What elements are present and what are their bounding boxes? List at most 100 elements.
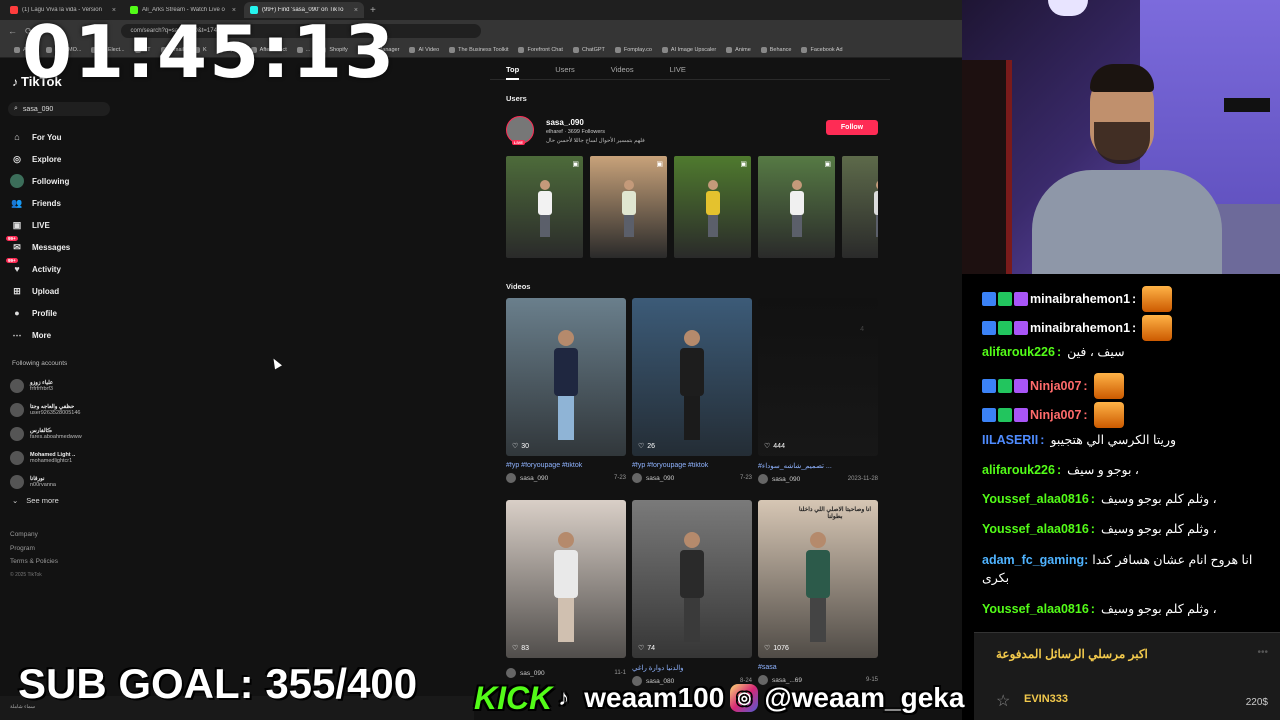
sidebar-item-following[interactable]: Following <box>10 170 130 192</box>
result-tabs: Top Users Videos LIVE <box>490 60 890 80</box>
stream-chat: minaibrahemon1: minaibrahemon1: alifarouk2… <box>974 280 1280 632</box>
user-badge-icon <box>1014 292 1028 306</box>
bookmark-item[interactable]: The Business Toolkit <box>449 46 508 53</box>
bookmark-icon <box>661 46 668 53</box>
tab-live[interactable]: LIVE <box>670 60 686 80</box>
chat-username[interactable]: Youssef_alaa0816 <box>982 602 1089 616</box>
user-video-thumb[interactable]: ▣ <box>758 156 835 258</box>
notification-badge: 99+ <box>6 258 18 263</box>
back-icon[interactable]: ← <box>8 26 17 36</box>
chevron-down-icon: ⌄ <box>12 496 19 505</box>
tab-videos[interactable]: Videos <box>611 60 634 80</box>
video-author[interactable]: sasa_090 <box>772 476 800 483</box>
video-caption[interactable]: #تصميم_شاشه_سوداء ... <box>758 462 878 470</box>
bookmark-item[interactable]: Behance <box>760 46 791 53</box>
video-caption[interactable]: والدنيا دوارة راغي <box>632 664 752 672</box>
photo-icon: ▣ <box>656 161 663 168</box>
sidebar-item-explore[interactable]: ◎ Explore <box>10 148 130 170</box>
following-account[interactable]: علياء زوزو frfrfrfrbrf3 <box>10 374 120 398</box>
chat-message: adam_fc_gaming: انا هروح انام عشان هسافر … <box>982 553 1253 585</box>
chat-username[interactable]: Youssef_alaa0816 <box>982 492 1089 506</box>
following-account[interactable]: حظفي والعاجه وجتا user9263528005146 <box>10 398 120 422</box>
user-result[interactable]: LIVE sasa_.090 elharef · 3699 Followers … <box>506 116 878 148</box>
sidebar-item-more[interactable]: ⋯ More <box>10 324 130 346</box>
video-author[interactable]: sas_090 <box>520 670 545 677</box>
following-account[interactable]: ڪالفارس fares.aboahmedwww <box>10 422 120 446</box>
compass-icon: ◎ <box>13 153 21 164</box>
bookmark-item[interactable]: ChatGPT <box>572 46 605 53</box>
video-card[interactable]: انا وصاحبتا الاصلي اللي داخلنا بطولنا ♡ 10… <box>758 500 878 685</box>
webcam-feed <box>962 0 1280 274</box>
video-author[interactable]: sasa_090 <box>646 475 674 482</box>
user-video-thumb[interactable]: ▣ <box>506 156 583 258</box>
chat-username[interactable]: Ninja007 <box>1030 408 1081 422</box>
footer-link[interactable]: Company <box>10 528 58 542</box>
video-card[interactable]: ♡ 74 والدنيا دوارة راغي sasa_080 8-24 <box>632 500 752 686</box>
chat-username[interactable]: minaibrahemon1 <box>1030 292 1130 306</box>
video-thumbnail[interactable]: ♡ 74 <box>632 500 752 658</box>
sidebar-item-for-you[interactable]: ⌂ For You <box>10 126 130 148</box>
follow-button[interactable]: Follow <box>826 120 878 135</box>
sidebar-item-upload[interactable]: ⊞ Upload <box>10 280 130 302</box>
video-card[interactable]: ♡ 26 #fyp #foryoupage #tiktok sasa_090 7-23 <box>632 298 752 483</box>
chat-username[interactable]: minaibrahemon1 <box>1030 321 1130 335</box>
bookmark-icon <box>518 46 525 53</box>
more-icon[interactable]: ••• <box>1257 647 1268 658</box>
bookmark-item[interactable]: Forefront Chat <box>518 46 563 53</box>
avatar <box>10 451 24 465</box>
person-figure <box>806 531 830 646</box>
sidebar-item-activity[interactable]: ♥ 99+ Activity <box>6 258 130 280</box>
notification-badge: 99+ <box>6 236 18 241</box>
sidebar-item-live[interactable]: ▣ LIVE <box>10 214 130 236</box>
bookmark-item[interactable]: AI Image Upscaler <box>661 46 716 53</box>
video-card[interactable]: 4 ♡ 444 #تصميم_شاشه_سوداء ... sasa_090 2023-1… <box>758 298 878 484</box>
top-sender-name[interactable]: EVIN333 <box>1024 693 1068 705</box>
bookmark-item[interactable]: AI Video <box>409 46 439 53</box>
heart-icon: ♡ <box>512 443 519 450</box>
emote-icon <box>1093 373 1124 399</box>
video-caption[interactable]: #fyp #foryoupage #tiktok <box>632 462 752 469</box>
following-account[interactable]: Mohamed Light .. mohamedlightcr1 <box>10 446 120 470</box>
tab-top[interactable]: Top <box>506 60 520 80</box>
search-icon: ⌕ <box>14 105 18 112</box>
video-card[interactable]: ♡ 83 sas_090 11-1 <box>506 500 626 678</box>
tab-users[interactable]: Users <box>555 60 575 80</box>
chat-username[interactable]: IILASERII <box>982 433 1038 447</box>
chat-username[interactable]: Youssef_alaa0816 <box>982 522 1089 536</box>
video-card[interactable]: ♡ 30 #fyp #foryoupage #tiktok sasa_090 7-23 <box>506 298 626 483</box>
chat-message: Ninja007: <box>982 373 1124 399</box>
sidebar-item-friends[interactable]: 👥 Friends <box>10 192 130 214</box>
chat-username[interactable]: adam_fc_gaming <box>982 553 1084 567</box>
video-thumbnail[interactable]: انا وصاحبتا الاصلي اللي داخلنا بطولنا ♡ 10… <box>758 500 878 658</box>
user-video-thumb[interactable]: ▣ <box>842 156 878 258</box>
following-account[interactable]: نورقانا n00rvanna <box>10 470 120 494</box>
user-video-thumb[interactable]: ▣ <box>674 156 751 258</box>
tiktok-note-icon: ♪ <box>12 74 18 89</box>
video-thumbnail[interactable]: ♡ 26 <box>632 298 752 456</box>
search-input[interactable]: ⌕ sasa_090 <box>8 102 110 116</box>
video-thumbnail[interactable]: 4 ♡ 444 <box>758 298 878 456</box>
video-thumbnail[interactable]: ♡ 30 <box>506 298 626 456</box>
user-badge-icon <box>982 379 996 393</box>
bookmark-item[interactable]: Fomplay.co <box>614 46 652 53</box>
video-caption[interactable]: #fyp #foryoupage #tiktok <box>506 462 626 469</box>
user-video-thumb[interactable]: ▣ <box>590 156 667 258</box>
bookmark-item[interactable]: Anime <box>726 46 751 53</box>
avatar <box>10 379 24 393</box>
sidebar-item-profile[interactable]: ● Profile <box>10 302 130 324</box>
screen: (1) Lagu Viva la vida - Version × Ali_Arks… <box>0 0 1280 720</box>
video-thumbnail[interactable]: ♡ 83 <box>506 500 626 658</box>
bookmark-item[interactable]: Facebook Ad <box>801 46 843 53</box>
sidebar-item-messages[interactable]: ✉ 99+ Messages <box>6 236 130 258</box>
person-figure <box>705 180 720 239</box>
chat-username[interactable]: alifarouk226 <box>982 345 1055 359</box>
video-author[interactable]: sasa_090 <box>520 475 548 482</box>
video-caption[interactable]: #sasa <box>758 664 878 671</box>
chat-username[interactable]: alifarouk226 <box>982 463 1055 477</box>
footer-link[interactable]: Terms & Policies <box>10 555 58 569</box>
chat-username[interactable]: Ninja007 <box>1030 379 1081 393</box>
user-name[interactable]: sasa_.090 <box>546 118 584 127</box>
see-more-link[interactable]: ⌄ See more <box>12 496 59 505</box>
person-figure <box>554 329 578 444</box>
footer-link[interactable]: Program <box>10 542 58 556</box>
